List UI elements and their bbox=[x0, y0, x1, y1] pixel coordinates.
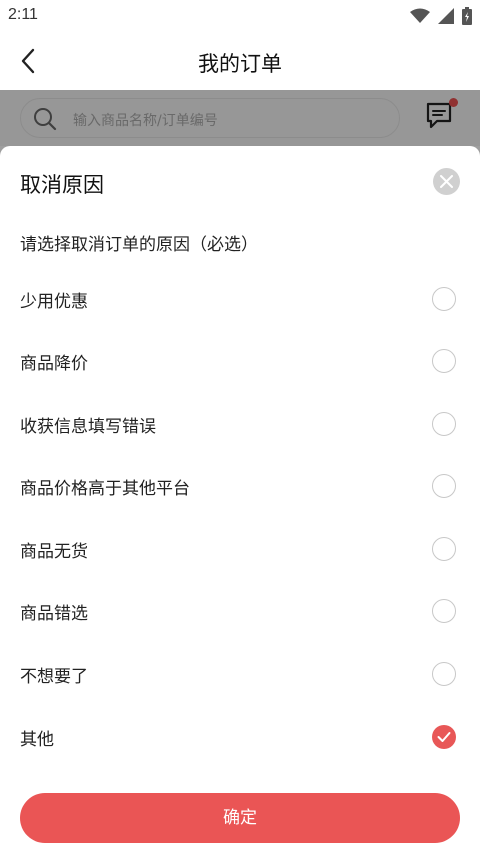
app-header: 我的订单 bbox=[0, 32, 480, 90]
battery-icon bbox=[462, 7, 472, 25]
radio-button[interactable] bbox=[432, 662, 456, 686]
reason-option[interactable]: 商品降价 bbox=[0, 330, 480, 392]
close-button[interactable] bbox=[433, 168, 460, 195]
reason-label: 其他 bbox=[20, 730, 54, 750]
reason-label: 商品降价 bbox=[20, 354, 88, 374]
status-bar: 2:11 bbox=[0, 0, 480, 32]
reason-option[interactable]: 商品无货 bbox=[0, 518, 480, 580]
reason-option[interactable]: 收获信息填写错误 bbox=[0, 393, 480, 455]
radio-button[interactable] bbox=[432, 349, 456, 373]
radio-button[interactable] bbox=[432, 599, 456, 623]
radio-button-checked[interactable] bbox=[432, 725, 456, 749]
reason-label: 商品错选 bbox=[20, 604, 88, 624]
cancel-reason-sheet: 取消原因 请选择取消订单的原因（必选） 少用优惠 商品降价 收获信息填写错误 商… bbox=[0, 146, 480, 853]
confirm-button[interactable]: 确定 bbox=[20, 793, 460, 843]
page-title: 我的订单 bbox=[198, 52, 282, 76]
reason-label: 不想要了 bbox=[20, 667, 88, 687]
reason-label: 商品无货 bbox=[20, 542, 88, 562]
sheet-subtitle: 请选择取消订单的原因（必选） bbox=[20, 235, 258, 255]
reason-option[interactable]: 商品错选 bbox=[0, 580, 480, 642]
radio-button[interactable] bbox=[432, 287, 456, 311]
radio-button[interactable] bbox=[432, 474, 456, 498]
reason-option[interactable]: 不想要了 bbox=[0, 643, 480, 705]
reason-label: 收获信息填写错误 bbox=[20, 417, 156, 437]
reason-option[interactable]: 少用优惠 bbox=[0, 268, 480, 330]
radio-button[interactable] bbox=[432, 412, 456, 436]
radio-button[interactable] bbox=[432, 537, 456, 561]
status-time: 2:11 bbox=[8, 6, 38, 23]
reason-label: 商品价格高于其他平台 bbox=[20, 479, 190, 499]
reason-option[interactable]: 其他 bbox=[0, 706, 480, 768]
reason-option[interactable]: 商品价格高于其他平台 bbox=[0, 455, 480, 517]
wifi-icon bbox=[410, 8, 430, 24]
signal-icon bbox=[438, 8, 454, 24]
status-icons bbox=[410, 7, 472, 25]
sheet-title: 取消原因 bbox=[20, 173, 104, 197]
reason-label: 少用优惠 bbox=[20, 292, 88, 312]
